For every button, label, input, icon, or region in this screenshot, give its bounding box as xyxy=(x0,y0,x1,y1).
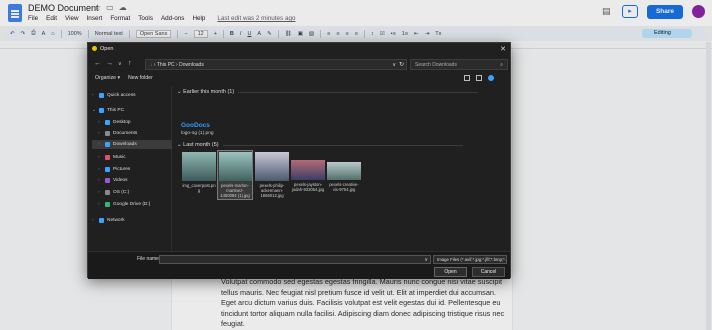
chevron-right-icon[interactable]: › xyxy=(92,216,96,225)
sidebar-item-music[interactable]: › Music xyxy=(98,153,170,162)
file-name: pexels-philip-ackermann-1666012.jpg xyxy=(259,183,285,198)
network-icon xyxy=(99,218,104,223)
chevron-right-icon[interactable]: › xyxy=(98,140,102,149)
download-icon xyxy=(105,142,110,147)
file-thumbnail[interactable]: pexels-philip-ackermann-1666012.jpg xyxy=(255,152,289,198)
image-thumbnail xyxy=(291,160,325,180)
drive-icon xyxy=(105,202,110,207)
address-history-icon[interactable]: ∨ xyxy=(392,60,396,70)
chevron-right-icon[interactable]: › xyxy=(98,176,102,185)
cancel-button[interactable]: Cancel xyxy=(472,267,505,277)
up-arrow-icon[interactable]: ↑ xyxy=(128,60,132,67)
organize-button[interactable]: Organize ▾ xyxy=(95,73,120,84)
breadcrumb-downloads[interactable]: Downloads xyxy=(179,62,204,68)
chevron-right-icon[interactable]: › xyxy=(98,165,102,174)
sidebar-item-this-pc[interactable]: ⌄ This PC xyxy=(92,106,170,115)
open-button[interactable]: Open xyxy=(434,267,467,277)
forward-arrow-icon[interactable]: → xyxy=(106,60,113,67)
sidebar-item-downloads[interactable]: › Downloads xyxy=(92,140,172,149)
goodocs-logo-file[interactable]: GooDocs xyxy=(181,122,210,129)
file-name: pexels-creative-vix-9754.jpg xyxy=(329,182,359,192)
file-name: pexels-marlon-martinez-1450084 (1).jpg xyxy=(220,183,250,198)
sidebar-item-os-c[interactable]: › OS (C:) xyxy=(98,188,170,197)
help-icon[interactable] xyxy=(488,75,494,81)
view-controls xyxy=(464,75,494,81)
command-bar: Organize ▾ New folder xyxy=(88,73,510,84)
file-thumbnail-selected[interactable]: pexels-marlon-martinez-1450084 (1).jpg xyxy=(217,150,253,200)
file-name: pexels-jayston-judah-933054.jpg xyxy=(291,182,325,192)
videos-icon xyxy=(105,178,110,183)
chevron-right-icon[interactable]: › xyxy=(98,129,102,138)
drive-icon xyxy=(105,190,110,195)
group-header-last-month[interactable]: ⌄ Last month (5) xyxy=(177,142,460,148)
image-thumbnail xyxy=(255,152,289,181)
chrome-icon xyxy=(92,46,97,51)
sidebar-item-desktop[interactable]: › Desktop xyxy=(98,118,170,127)
breadcrumb-this-pc[interactable]: This PC xyxy=(157,62,175,68)
view-options-icon[interactable] xyxy=(464,75,470,81)
file-name[interactable]: logo-og (1).png xyxy=(181,131,214,136)
image-thumbnail xyxy=(219,152,253,181)
sidebar-item-network[interactable]: › Network xyxy=(92,216,170,225)
dialog-titlebar: Open ✕ xyxy=(88,43,510,55)
new-folder-button[interactable]: New folder xyxy=(128,73,153,84)
preview-pane-icon[interactable] xyxy=(476,75,482,81)
refresh-icon[interactable]: ↻ xyxy=(399,60,404,70)
download-folder-icon: ↓ xyxy=(150,62,153,68)
chevron-down-icon[interactable]: ⌄ xyxy=(92,106,96,115)
music-icon xyxy=(105,155,110,160)
star-icon xyxy=(99,93,104,98)
recent-locations-icon[interactable]: ∨ xyxy=(118,61,122,67)
dialog-title: Open xyxy=(100,46,114,52)
file-name: img_coverpost.png xyxy=(182,183,216,193)
sidebar-item-documents[interactable]: › Documents xyxy=(98,129,170,138)
search-input[interactable]: Search Downloads ⌕ xyxy=(410,59,508,70)
sidebar-item-videos[interactable]: › Videos xyxy=(98,176,170,185)
documents-icon xyxy=(105,131,110,136)
desktop-icon xyxy=(105,120,110,125)
pc-icon xyxy=(99,108,104,113)
sidebar-item-pictures[interactable]: › Pictures xyxy=(98,165,170,174)
image-thumbnail xyxy=(327,162,361,180)
group-header-earlier[interactable]: ⌄ Earlier this month (1) xyxy=(177,89,480,95)
chevron-right-icon[interactable]: › xyxy=(98,153,102,162)
file-name-input[interactable]: ∨ xyxy=(159,255,431,264)
navigation-pane: › Quick access ⌄ This PC › Desktop › Doc… xyxy=(88,86,172,251)
sidebar-item-quick-access[interactable]: › Quick access xyxy=(92,91,170,100)
image-thumbnail xyxy=(182,152,216,181)
navigation-bar: ← → ∨ ↑ ↓ › This PC › Downloads ∨ ↻ Sear… xyxy=(88,57,510,72)
chevron-right-icon[interactable]: › xyxy=(98,200,102,209)
file-type-select[interactable]: Image Files (*.avif;*.jpg;*.jfif;*.bmp;*… xyxy=(433,255,507,264)
address-bar[interactable]: ↓ › This PC › Downloads ∨ ↻ xyxy=(145,59,407,70)
chevron-down-icon[interactable]: ∨ xyxy=(424,256,428,264)
file-thumbnail[interactable]: pexels-creative-vix-9754.jpg xyxy=(327,162,361,192)
pictures-icon xyxy=(105,167,110,172)
dialog-footer: File name: ∨ Image Files (*.avif;*.jpg;*… xyxy=(88,251,510,279)
file-name-label: File name: xyxy=(137,256,161,262)
chevron-right-icon[interactable]: › xyxy=(92,91,96,100)
sidebar-item-google-drive[interactable]: › Google Drive (D:) xyxy=(98,200,170,209)
chevron-right-icon[interactable]: › xyxy=(98,118,102,127)
close-icon[interactable]: ✕ xyxy=(500,44,506,56)
file-list: ⌄ Earlier this month (1) GooDocs logo-og… xyxy=(173,86,512,251)
search-icon: ⌕ xyxy=(500,62,503,68)
file-thumbnail[interactable]: img_coverpost.png xyxy=(182,152,216,193)
back-arrow-icon[interactable]: ← xyxy=(94,60,101,67)
file-thumbnail[interactable]: pexels-jayston-judah-933054.jpg xyxy=(291,160,325,192)
chevron-right-icon[interactable]: › xyxy=(98,188,102,197)
open-file-dialog: Open ✕ ← → ∨ ↑ ↓ › This PC › Downloads ∨… xyxy=(87,42,512,279)
search-placeholder: Search Downloads xyxy=(415,62,457,68)
